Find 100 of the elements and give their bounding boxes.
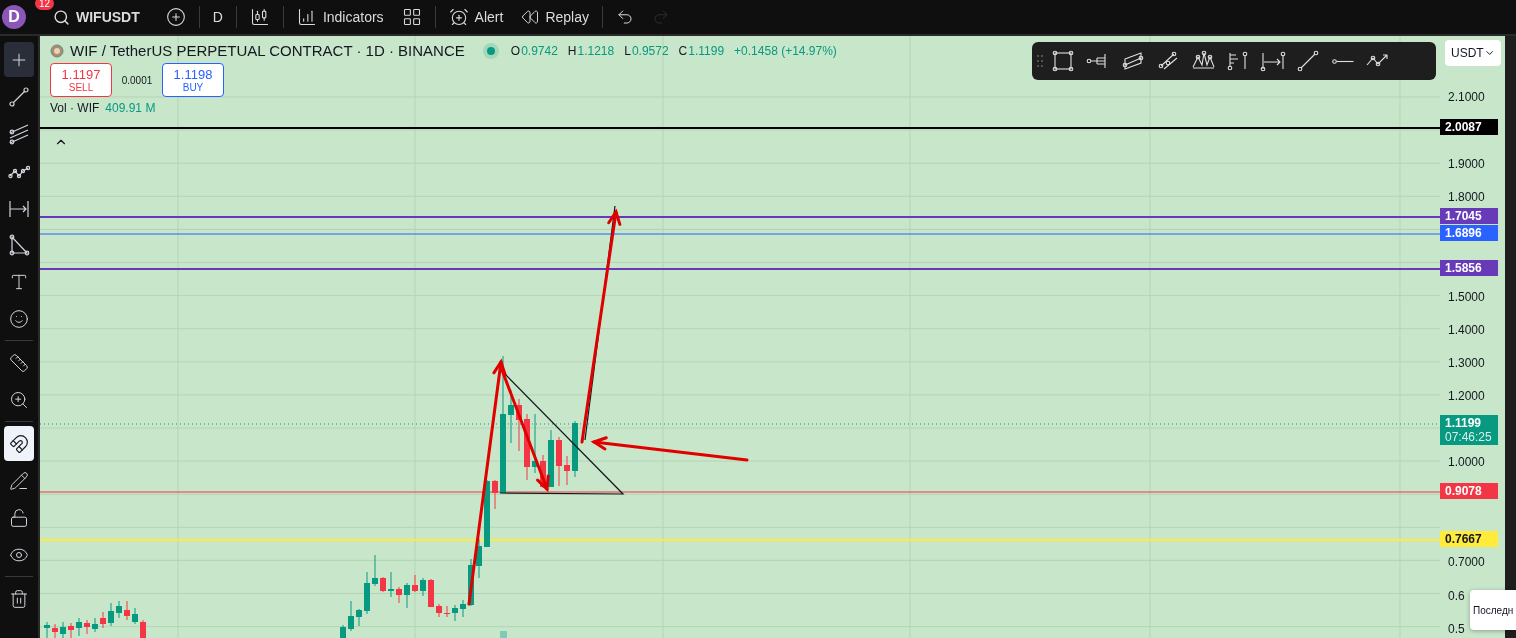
replay-button[interactable]: Replay xyxy=(512,2,598,32)
volume-bar xyxy=(500,631,507,638)
trash-icon xyxy=(9,588,29,609)
candle xyxy=(348,600,354,632)
candle xyxy=(380,576,386,593)
candle xyxy=(132,607,138,625)
parallel-channel-icon xyxy=(1120,49,1146,73)
candle xyxy=(60,621,66,638)
candle xyxy=(116,600,122,619)
price-tick: 1.2000 xyxy=(1448,389,1485,403)
price-label: 0.7667 xyxy=(1440,531,1498,547)
candle xyxy=(428,578,434,608)
ohlc-value: 0.9742 xyxy=(521,43,558,58)
ohlc-key: O xyxy=(510,43,521,58)
candle xyxy=(340,624,346,638)
price-tick: 1.9000 xyxy=(1448,157,1485,171)
smiley-icon xyxy=(9,308,29,329)
alarm-clock-icon xyxy=(448,7,469,27)
candle xyxy=(140,619,146,638)
notification-badge: 12 xyxy=(34,0,54,10)
candle xyxy=(356,608,362,627)
candle xyxy=(492,479,498,510)
price-tick: 1.5000 xyxy=(1448,290,1485,304)
price-label: 2.0087 xyxy=(1440,119,1498,135)
candle xyxy=(100,611,106,629)
rewind-icon xyxy=(521,8,540,26)
candle xyxy=(436,603,442,618)
candle xyxy=(468,558,474,607)
price-label: 1.5856 xyxy=(1440,260,1498,276)
candle xyxy=(540,454,546,489)
candle xyxy=(484,479,490,548)
candle xyxy=(420,577,426,597)
price-tick: 1.8000 xyxy=(1448,190,1485,204)
candle xyxy=(108,602,114,627)
magnet-icon xyxy=(9,433,29,454)
ohlc-value: 1.1199 xyxy=(688,43,725,58)
price-label: 0.9078 xyxy=(1440,483,1498,499)
candle xyxy=(572,420,578,478)
candle xyxy=(460,599,466,618)
volume-value: 409.91 M xyxy=(105,101,156,115)
candle xyxy=(452,604,458,622)
user-avatar[interactable]: D xyxy=(2,5,26,29)
drag-handle-icon[interactable] xyxy=(1036,53,1044,69)
popup-text: Последн xyxy=(1473,604,1514,616)
trend-line-icon xyxy=(8,85,30,108)
ohlc-value: 0.9572 xyxy=(631,43,669,58)
pencil-icon xyxy=(9,470,29,491)
candle xyxy=(68,622,74,638)
rectangle-icon xyxy=(1050,49,1076,73)
candle xyxy=(476,538,482,579)
price-tick: 1.0000 xyxy=(1448,455,1485,469)
grid-icon xyxy=(401,7,422,27)
price-tick: 1.4000 xyxy=(1448,323,1485,337)
candle xyxy=(444,605,450,618)
ohlc-value: 1.1218 xyxy=(577,43,615,58)
ohlc-key: L xyxy=(624,43,631,58)
candle xyxy=(404,582,410,609)
ohlc-key: H xyxy=(567,43,577,58)
candle xyxy=(524,413,530,481)
indicators-button[interactable]: Indicators xyxy=(287,2,393,32)
candle xyxy=(52,623,58,638)
plus-circle-icon xyxy=(165,7,186,27)
triangle-icon xyxy=(8,233,30,256)
candle xyxy=(396,586,402,604)
candle xyxy=(388,571,394,598)
chart-icon xyxy=(296,7,317,27)
price-tick: 0.6 xyxy=(1448,589,1465,603)
candle xyxy=(532,413,538,474)
interval-button[interactable]: D xyxy=(203,2,232,32)
price-tick: 2.1000 xyxy=(1448,90,1485,104)
unlock-icon xyxy=(9,507,29,528)
candle xyxy=(124,600,130,621)
candle xyxy=(412,574,418,593)
candle xyxy=(92,617,98,633)
parallel-lines-icon xyxy=(8,122,30,145)
price-label: 1.1199 07:46:25 xyxy=(1440,415,1498,445)
horizontal-ray-icon xyxy=(1332,58,1354,64)
candle xyxy=(372,554,378,587)
symbol-title: WIF / TetherUS PERPETUAL CONTRACT · 1D · BINANCE xyxy=(70,42,465,59)
candle xyxy=(508,389,514,444)
drawing-tool-button[interactable] xyxy=(4,426,34,461)
ruler-icon xyxy=(9,352,29,373)
candle xyxy=(44,621,50,638)
price-tick: 0.7000 xyxy=(1448,555,1485,569)
search-icon xyxy=(53,8,70,26)
coin-icon xyxy=(50,43,64,58)
candle xyxy=(364,571,370,615)
trend-line-icon xyxy=(1295,49,1321,73)
sell-button[interactable]: 1.1197 SELL xyxy=(50,63,112,97)
currency-dropdown[interactable]: USDT xyxy=(1445,40,1501,66)
candle xyxy=(564,455,570,486)
ohlc-key: C xyxy=(678,43,688,58)
candle xyxy=(76,617,82,637)
alert-button[interactable]: Alert xyxy=(439,2,513,32)
candle xyxy=(556,436,562,487)
price-tick: 0.5 xyxy=(1448,622,1465,636)
spread-value: 0.0001 xyxy=(120,74,154,86)
buy-button[interactable]: 1.1198 BUY xyxy=(162,63,224,97)
price-change: +0.1458 (+14.97%) xyxy=(734,43,837,58)
price-label: 1.7045 xyxy=(1440,208,1498,224)
